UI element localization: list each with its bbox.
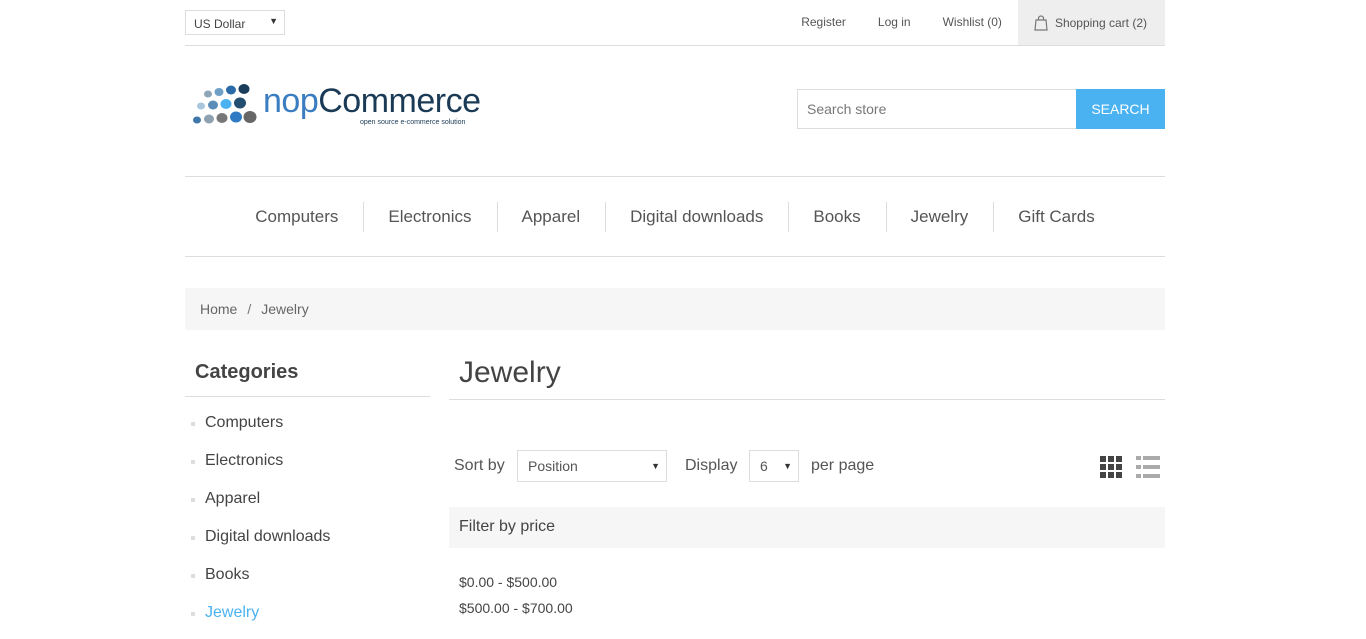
menu-item-computers[interactable]: Computers bbox=[230, 202, 363, 232]
chevron-down-icon: ▼ bbox=[651, 461, 660, 471]
chevron-down-icon: ▼ bbox=[269, 16, 278, 26]
per-page-label: per page bbox=[811, 457, 875, 474]
menu-item-electronics[interactable]: Electronics bbox=[363, 201, 496, 232]
chevron-down-icon: ▼ bbox=[783, 461, 792, 471]
register-link[interactable]: Register bbox=[785, 0, 862, 45]
sidebar: Categories Computers Electronics Apparel… bbox=[185, 350, 430, 639]
search-button[interactable]: SEARCH bbox=[1076, 89, 1165, 129]
page: US Dollar ▼ Register Log in Wishlist (0)… bbox=[185, 0, 1165, 621]
menu-item-gift-cards[interactable]: Gift Cards bbox=[993, 201, 1120, 232]
breadcrumb-home[interactable]: Home bbox=[200, 301, 237, 317]
sidebar-item-computers[interactable]: Computers bbox=[185, 411, 430, 449]
logo-text: nopCommerce bbox=[263, 82, 481, 121]
logo-tagline: open source e-commerce solution bbox=[360, 119, 466, 126]
logo-brand-b: Commerce bbox=[318, 82, 481, 120]
sidebar-item-electronics[interactable]: Electronics bbox=[185, 449, 430, 487]
breadcrumb-current: Jewelry bbox=[261, 301, 309, 317]
grid-view-icon[interactable] bbox=[1100, 456, 1122, 478]
logo-brand-a: nop bbox=[263, 82, 319, 120]
breadcrumb-separator: / bbox=[247, 301, 252, 317]
currency-value: US Dollar bbox=[194, 17, 246, 31]
shopping-bag-icon bbox=[1034, 14, 1048, 31]
page-title: Jewelry bbox=[449, 350, 1165, 400]
sidebar-item-jewelry[interactable]: Jewelry bbox=[185, 601, 430, 639]
menu-item-apparel[interactable]: Apparel bbox=[496, 201, 606, 232]
breadcrumb: Home / Jewelry bbox=[185, 288, 1165, 330]
login-link[interactable]: Log in bbox=[862, 0, 927, 45]
menu-item-digital-downloads[interactable]: Digital downloads bbox=[605, 201, 788, 232]
main-content: Jewelry Sort by Position ▼ Display 6 ▼ p… bbox=[449, 350, 1165, 616]
sidebar-item-books[interactable]: Books bbox=[185, 563, 430, 601]
sort-value: Position bbox=[528, 458, 578, 474]
menu-item-jewelry[interactable]: Jewelry bbox=[885, 201, 994, 232]
filter-by-price-title: Filter by price bbox=[449, 507, 1165, 548]
view-mode bbox=[1100, 456, 1160, 478]
sidebar-item-digital-downloads[interactable]: Digital downloads bbox=[185, 525, 430, 563]
list-view-icon[interactable] bbox=[1136, 456, 1160, 478]
page-size-select[interactable]: 6 ▼ bbox=[749, 450, 799, 482]
header-links: Register Log in Wishlist (0) Shopping ca… bbox=[785, 0, 1165, 45]
search-input[interactable] bbox=[797, 89, 1076, 129]
product-selectors: Sort by Position ▼ Display 6 ▼ per page bbox=[449, 450, 1165, 482]
search-box: SEARCH bbox=[797, 89, 1165, 129]
top-menu: Computers Electronics Apparel Digital do… bbox=[185, 176, 1165, 257]
display-label: Display bbox=[685, 457, 738, 474]
price-range-link[interactable]: $0.00 - $500.00 bbox=[459, 574, 557, 590]
header-upper: US Dollar ▼ Register Log in Wishlist (0)… bbox=[185, 0, 1165, 46]
categories-title: Categories bbox=[185, 350, 430, 397]
logo-dots-icon bbox=[193, 84, 257, 124]
wishlist-link[interactable]: Wishlist (0) bbox=[927, 0, 1018, 45]
currency-selector[interactable]: US Dollar ▼ bbox=[185, 10, 285, 35]
menu-item-books[interactable]: Books bbox=[788, 201, 885, 232]
logo[interactable]: nopCommerce open source e-commerce solut… bbox=[190, 82, 500, 132]
sidebar-item-apparel[interactable]: Apparel bbox=[185, 487, 430, 525]
shopping-cart-label: Shopping cart (2) bbox=[1054, 15, 1147, 30]
sort-label: Sort by bbox=[454, 457, 505, 474]
price-range-link[interactable]: $500.00 - $700.00 bbox=[459, 600, 573, 616]
sort-select[interactable]: Position ▼ bbox=[517, 450, 667, 482]
shopping-cart-link[interactable]: Shopping cart (2) bbox=[1017, 0, 1165, 45]
page-size-value: 6 bbox=[760, 458, 768, 474]
category-list: Computers Electronics Apparel Digital do… bbox=[185, 411, 430, 639]
